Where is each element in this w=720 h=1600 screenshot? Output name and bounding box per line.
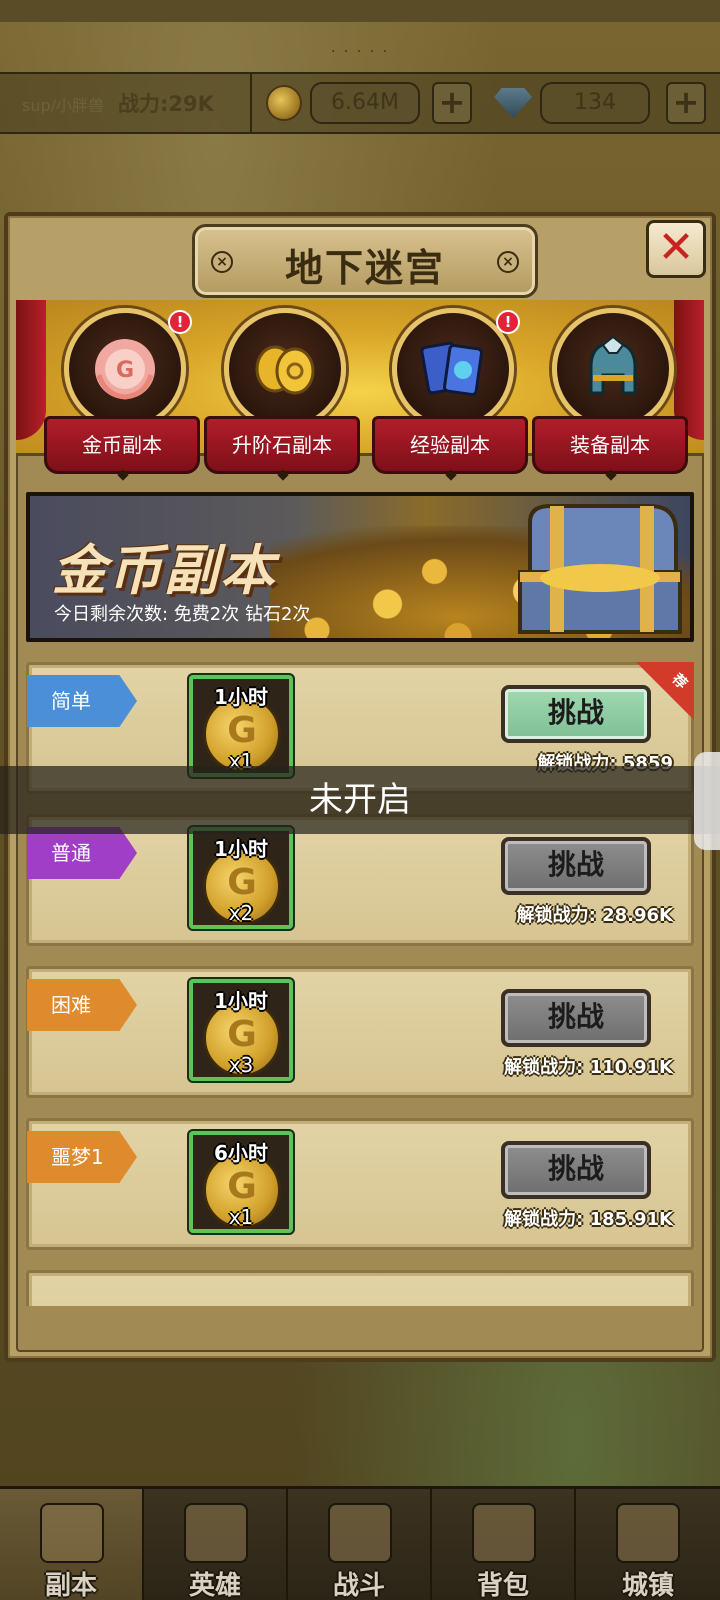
challenge-button[interactable]: 挑战 (501, 989, 651, 1047)
unlock-power: 解锁战力: 185.91K (504, 1209, 673, 1230)
backpack-icon (472, 1503, 536, 1563)
reward-quantity: x2 (228, 901, 254, 925)
bottom-nav: 副本 英雄 战斗 背包 城镇 (0, 1486, 720, 1600)
nav-dungeon[interactable]: 副本 (0, 1489, 144, 1600)
difficulty-tag: 困难 (27, 979, 137, 1031)
stage-card-nightmare-1: 噩梦1 6小时 x1 挑战 解锁战力: 185.91K (26, 1118, 694, 1250)
reward-duration: 1小时 (214, 837, 268, 861)
stage-card-partial (26, 1270, 694, 1306)
reward-slot[interactable]: 1小时 x3 (189, 979, 293, 1081)
stage-card-hard: 困难 1小时 x3 挑战 解锁战力: 110.91K (26, 966, 694, 1098)
hero-helmet-icon (184, 1503, 248, 1563)
nav-label: 城镇 (621, 1571, 674, 1600)
difficulty-tag: 普通 (27, 827, 137, 879)
nav-label: 英雄 (188, 1571, 241, 1600)
remaining-attempts: 今日剩余次数: 免费2次 钻石2次 (54, 604, 311, 625)
nav-label: 背包 (476, 1571, 529, 1600)
nav-heroes[interactable]: 英雄 (144, 1489, 288, 1600)
side-drawer-handle[interactable] (694, 752, 720, 850)
reward-quantity: x1 (228, 1205, 254, 1229)
nav-town[interactable]: 城镇 (576, 1489, 720, 1600)
banner-title: 金币副本 (52, 539, 276, 602)
unlock-power: 解锁战力: 110.91K (504, 1057, 673, 1078)
difficulty-tag: 噩梦1 (27, 1131, 137, 1183)
nav-backpack[interactable]: 背包 (432, 1489, 576, 1600)
dungeon-map-icon (40, 1503, 104, 1563)
gold-dungeon-banner: 金币副本 今日剩余次数: 免费2次 钻石2次 (26, 492, 694, 642)
town-shop-icon (616, 1503, 680, 1563)
challenge-button[interactable]: 挑战 (501, 685, 651, 743)
reward-duration: 6小时 (214, 1141, 268, 1165)
reward-duration: 1小时 (214, 989, 268, 1013)
difficulty-tag: 简单 (27, 675, 137, 727)
reward-slot[interactable]: 1小时 x1 (189, 675, 293, 777)
reward-quantity: x3 (228, 1053, 254, 1077)
reward-duration: 1小时 (214, 685, 268, 709)
treasure-chest-icon (518, 504, 682, 634)
nav-battle[interactable]: 战斗 (288, 1489, 432, 1600)
stage-list: 金币副本 今日剩余次数: 免费2次 钻石2次 简单 1小时 x1 挑战 解锁战力… (0, 0, 720, 1306)
unlock-power: 解锁战力: 28.96K (516, 905, 673, 926)
challenge-button[interactable]: 挑战 (501, 837, 651, 895)
not-open-toast: 未开启 (0, 766, 720, 834)
reward-slot[interactable]: 1小时 x2 (189, 827, 293, 929)
challenge-button[interactable]: 挑战 (501, 1141, 651, 1199)
nav-label: 副本 (44, 1571, 97, 1600)
reward-slot[interactable]: 6小时 x1 (189, 1131, 293, 1233)
nav-label: 战斗 (332, 1571, 385, 1600)
crossed-swords-icon (328, 1503, 392, 1563)
